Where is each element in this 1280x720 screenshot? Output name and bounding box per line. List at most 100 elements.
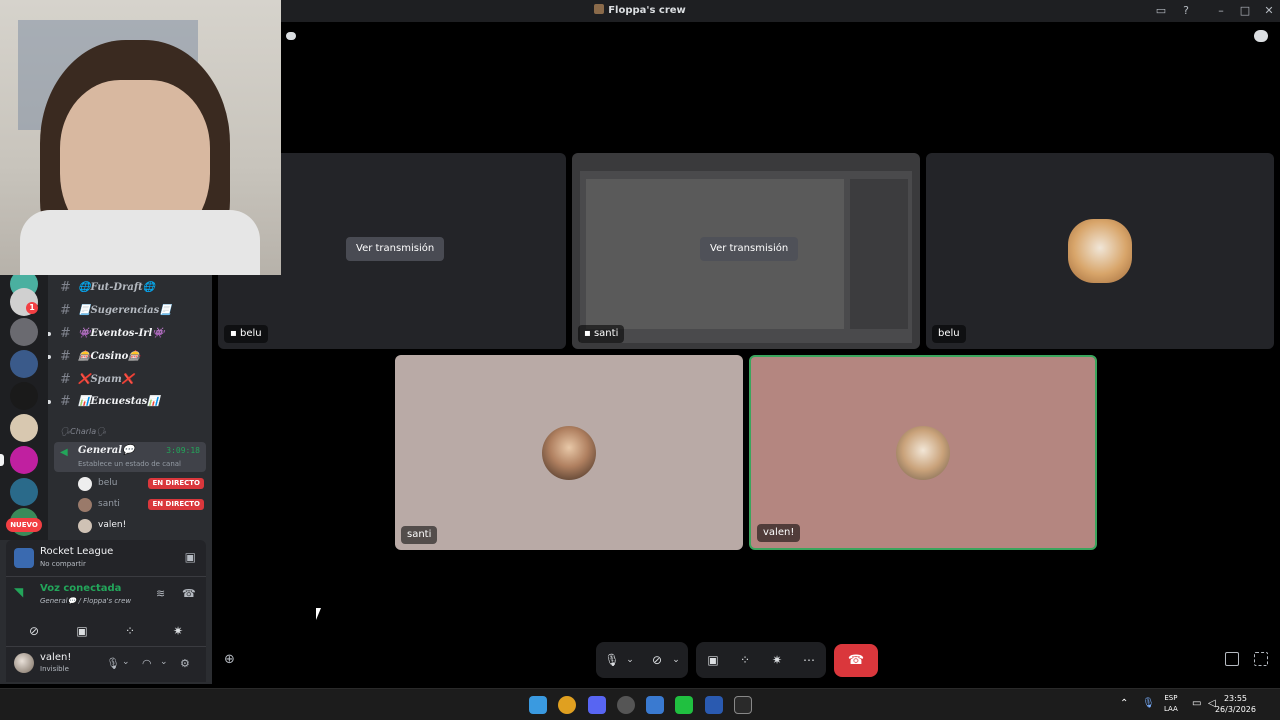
- stream-icon: ▪: [230, 328, 240, 339]
- user-tile-belu[interactable]: belu: [926, 153, 1274, 349]
- kick-icon[interactable]: [675, 696, 693, 714]
- server-icon[interactable]: [10, 382, 38, 410]
- screen-share-icon[interactable]: ▣: [704, 642, 722, 678]
- voice-user-valen[interactable]: valen!: [78, 517, 208, 535]
- channel-encuestas[interactable]: # 📊Encuestas📊: [48, 392, 208, 412]
- avatar[interactable]: [14, 653, 34, 673]
- microphone-icon[interactable]: 🎙: [604, 642, 620, 678]
- notification-badge: 1: [26, 302, 38, 314]
- activities-icon[interactable]: ⁘: [736, 642, 754, 678]
- hang-up-icon: ☎: [847, 653, 865, 668]
- headphones-icon[interactable]: ◠: [142, 657, 152, 670]
- tile-label: santi: [401, 526, 438, 544]
- gear-icon[interactable]: ⚙: [180, 657, 190, 670]
- channel-status[interactable]: Establece un estado de canal: [78, 460, 181, 468]
- server-icon[interactable]: [10, 350, 38, 378]
- voice-connection-panel: ◥ Voz conectada General💬 / Floppa's crew…: [6, 576, 206, 652]
- chevron-up-icon[interactable]: ⌃: [1120, 698, 1128, 709]
- server-emoji-icon: [594, 4, 605, 14]
- chat-bubble-icon: [286, 32, 296, 40]
- discord-icon[interactable]: [588, 696, 606, 714]
- unread-dot: [48, 332, 51, 336]
- channel-list: # 🌐Fut-Draft🌐 # 📃Sugerencias📃 # 👾Eventos-Ir…: [48, 270, 212, 540]
- user-tile-valen[interactable]: valen!: [749, 355, 1097, 550]
- voice-user-santi[interactable]: santi EN DIRECTO: [78, 496, 208, 514]
- hash-icon: #: [60, 303, 71, 318]
- disconnect-button[interactable]: ☎: [834, 644, 878, 677]
- fullscreen-icon[interactable]: [1254, 652, 1268, 666]
- hash-icon: #: [60, 326, 71, 341]
- add-friend-icon[interactable]: ⊕: [224, 652, 235, 667]
- channel-casino[interactable]: # 🎰Casino🎰: [48, 347, 208, 367]
- microphone-icon[interactable]: 🎙: [106, 657, 120, 670]
- close-button[interactable]: ✕: [1260, 3, 1278, 19]
- valen-avatar: [896, 426, 950, 480]
- voice-channel-general[interactable]: ◀ General💬 3:09:18 Establece un estado d…: [54, 442, 206, 472]
- epic-games-icon[interactable]: [734, 696, 752, 714]
- tile-label: ▪ santi: [578, 325, 625, 343]
- santi-avatar: [542, 426, 596, 480]
- pop-out-icon[interactable]: [1225, 652, 1239, 666]
- tile-label: valen!: [757, 524, 801, 542]
- soundboard-icon[interactable]: ✷: [768, 642, 786, 678]
- camera-off-icon[interactable]: ⊘: [648, 642, 666, 678]
- server-icon[interactable]: [10, 414, 38, 442]
- stream-icon: ▪: [584, 328, 594, 339]
- username[interactable]: valen!: [40, 652, 71, 663]
- language-indicator[interactable]: ESP LAA: [1164, 693, 1178, 715]
- channel-eventos-irl[interactable]: # 👾Eventos-Irl👾: [48, 324, 208, 344]
- tile-label: belu: [932, 325, 966, 343]
- category-charla[interactable]: 🗣Charla🗣: [60, 427, 106, 436]
- stream-game-icon[interactable]: ▣: [185, 550, 196, 564]
- photos-icon[interactable]: [646, 696, 664, 714]
- stream-tile-santi[interactable]: Ver transmisión ▪ santi: [572, 153, 920, 349]
- hash-icon: #: [60, 394, 71, 409]
- camera-off-icon[interactable]: ⊘: [14, 619, 54, 643]
- rocket-league-icon[interactable]: [705, 696, 723, 714]
- maximize-button[interactable]: □: [1236, 3, 1254, 19]
- live-badge: EN DIRECTO: [148, 499, 204, 510]
- server-icon[interactable]: [10, 318, 38, 346]
- more-options-icon[interactable]: ⋯: [800, 642, 818, 678]
- voice-user-belu[interactable]: belu EN DIRECTO: [78, 475, 208, 493]
- activity-controls: ▣ ⁘ ✷ ⋯: [696, 642, 826, 678]
- avatar: [78, 498, 92, 512]
- chat-icon[interactable]: [1254, 30, 1268, 42]
- channel-spam[interactable]: # ❌Spam❌: [48, 370, 208, 390]
- chevron-down-icon[interactable]: ⌄: [670, 642, 682, 678]
- chevron-down-icon[interactable]: ⌄: [624, 642, 636, 678]
- watch-stream-button[interactable]: Ver transmisión: [346, 237, 445, 261]
- network-icon[interactable]: ▭: [1192, 698, 1201, 709]
- cursor-icon: [316, 608, 321, 620]
- noise-suppression-icon[interactable]: ≋: [156, 587, 165, 600]
- user-status: Invisible: [40, 665, 69, 673]
- steam-icon[interactable]: [617, 696, 635, 714]
- help-icon[interactable]: ?: [1177, 3, 1195, 19]
- windows-start-icon[interactable]: [529, 696, 547, 714]
- activities-icon[interactable]: ⁘: [110, 619, 150, 643]
- tile-label: ▪ belu: [224, 325, 268, 343]
- game-title: Rocket League: [40, 546, 114, 557]
- channel-sugerencias[interactable]: # 📃Sugerencias📃: [48, 301, 208, 321]
- chevron-down-icon[interactable]: ⌄: [122, 657, 130, 667]
- soundboard-icon[interactable]: ✷: [158, 619, 198, 643]
- chevron-down-icon[interactable]: ⌄: [160, 657, 168, 667]
- server-icon[interactable]: [10, 446, 38, 474]
- avatar: [78, 477, 92, 491]
- user-tile-santi[interactable]: santi: [395, 355, 743, 550]
- disconnect-icon[interactable]: ☎: [182, 587, 196, 600]
- minimize-button[interactable]: –: [1212, 3, 1230, 19]
- cat-avatar-icon: [1068, 219, 1132, 283]
- rocket-league-icon: [14, 548, 34, 568]
- clock[interactable]: 23:55 26/3/2026: [1215, 693, 1256, 715]
- inbox-icon[interactable]: ▭: [1152, 3, 1170, 19]
- watch-stream-button[interactable]: Ver transmisión: [700, 237, 799, 261]
- taskbar: ⌃ 🎙 ESP LAA ▭ ◁ 23:55 26/3/2026: [0, 688, 1280, 720]
- server-icon[interactable]: [10, 478, 38, 506]
- signal-icon[interactable]: ◥: [14, 585, 23, 599]
- microphone-icon[interactable]: 🎙: [1142, 698, 1155, 709]
- stream-preview-sidebar: [850, 179, 908, 329]
- screen-share-icon[interactable]: ▣: [62, 619, 102, 643]
- chrome-icon[interactable]: [558, 696, 576, 714]
- channel-fut-draft[interactable]: # 🌐Fut-Draft🌐: [48, 278, 208, 298]
